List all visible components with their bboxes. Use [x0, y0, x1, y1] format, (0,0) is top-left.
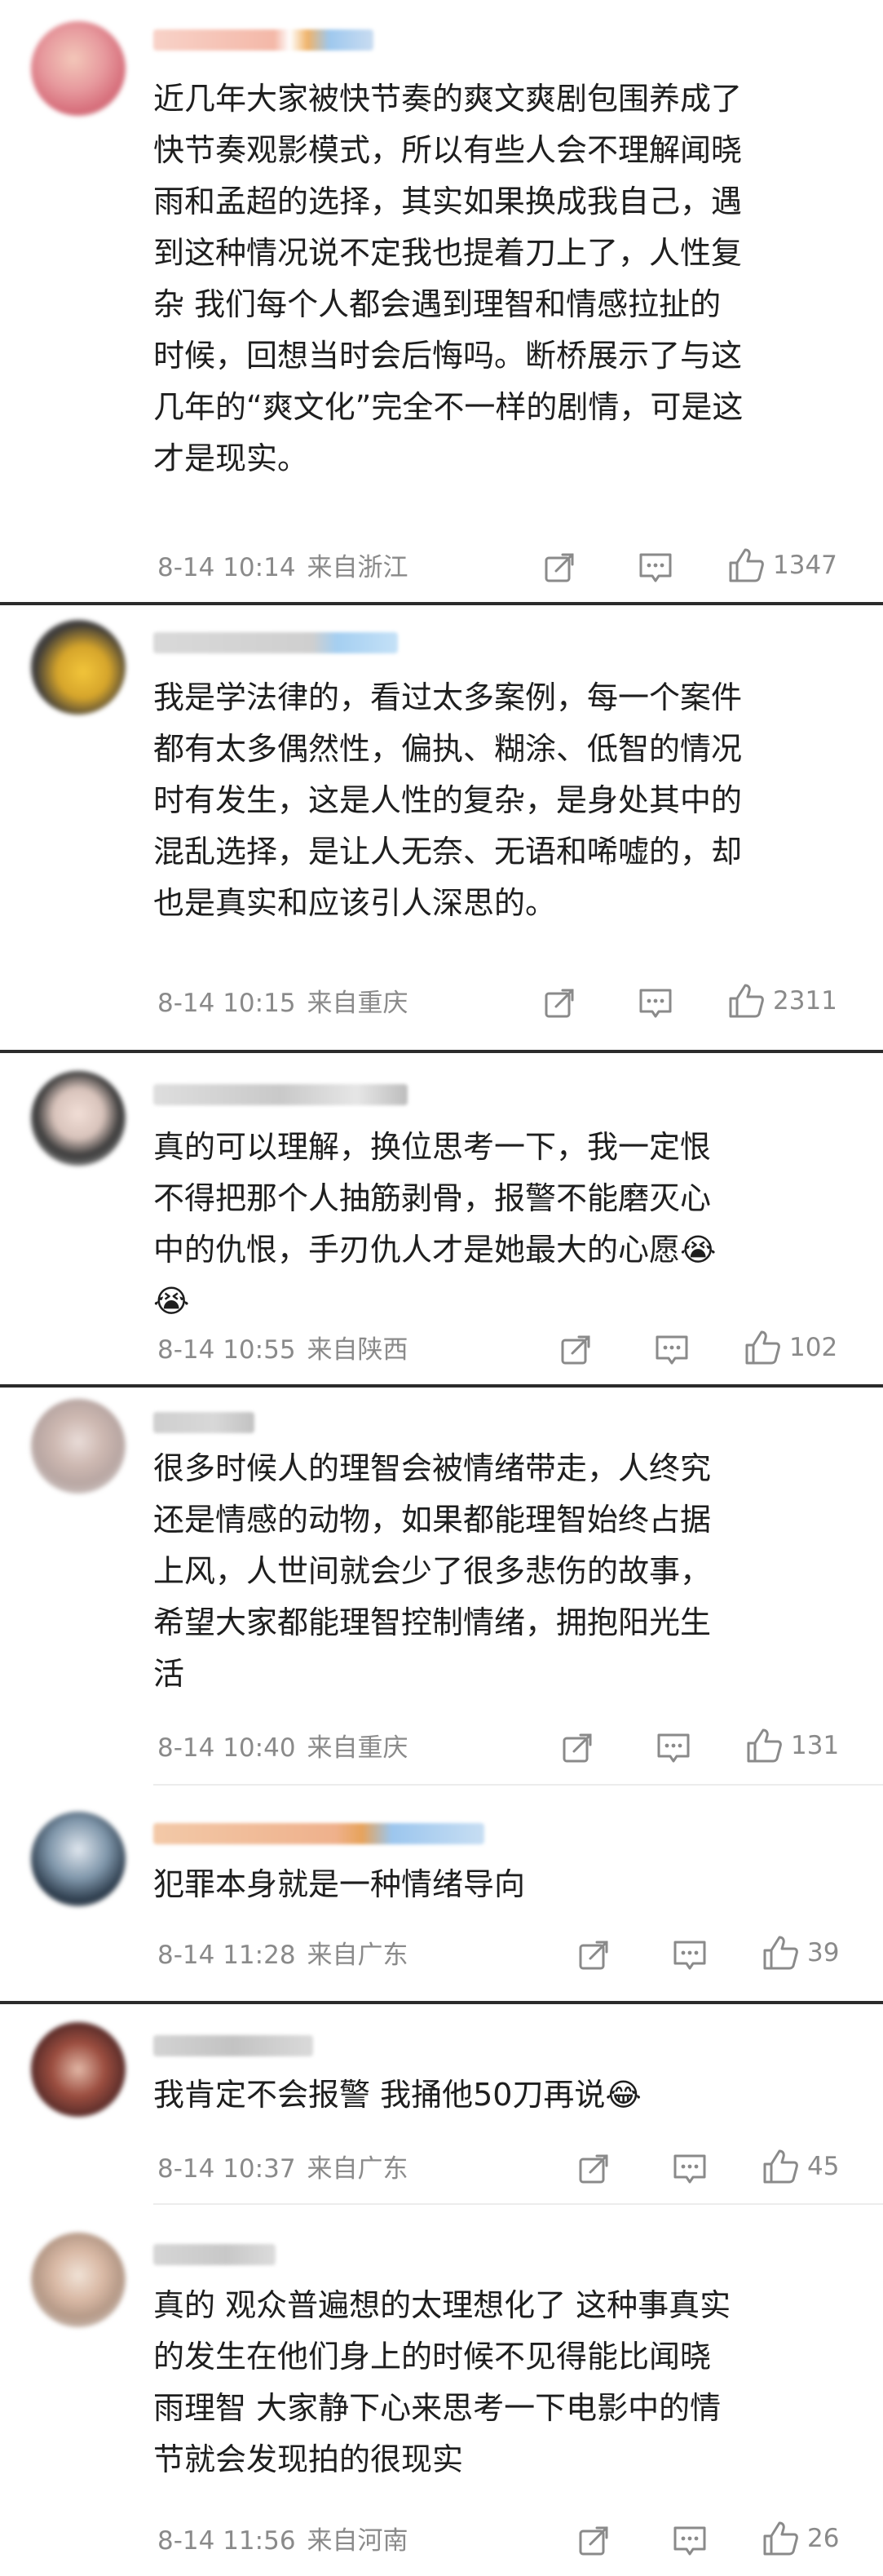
comment-meta: 8-14 10:14 来自浙江: [157, 551, 408, 584]
like-count: 45: [807, 2152, 840, 2181]
comment-location: 来自浙江: [307, 553, 408, 582]
reply-button[interactable]: [638, 549, 673, 586]
comment-text: 我肯定不会报警 我捅他50刀再说😂: [153, 2077, 642, 2113]
share-button[interactable]: [576, 1936, 611, 1974]
reply-text: 真的 观众普遍想的太理想化了 这种事真实 的发生在他们身上的时候不见得能比闻晓 …: [153, 2287, 731, 2477]
reply-button[interactable]: [672, 2150, 708, 2188]
like-button[interactable]: 45: [762, 2148, 839, 2185]
like-button[interactable]: 39: [762, 1934, 839, 1972]
comment-time: 8-14 10:14: [157, 553, 296, 582]
share-button[interactable]: [576, 2522, 611, 2560]
share-button[interactable]: [558, 1331, 594, 1369]
like-count: 26: [807, 2524, 840, 2553]
comment-card: 很多时候人的理智会被情绪带走，人终究 还是情感的动物，如果都能理智始终占据 上风…: [0, 1388, 883, 2001]
comment-location: 来自重庆: [307, 1733, 408, 1763]
share-button[interactable]: [559, 1729, 595, 1767]
reply-button[interactable]: [654, 1331, 690, 1369]
comment-card: 真的可以理解，换位思考一下，我一定恨 不得把那个人抽筋剥骨，报警不能磨灭心 中的…: [0, 1053, 883, 1384]
comment-icon: [657, 1733, 690, 1763]
username-blurred[interactable]: [153, 2035, 313, 2056]
avatar[interactable]: [31, 1399, 126, 1494]
share-icon: [579, 2154, 608, 2184]
share-icon: [579, 1941, 608, 1970]
share-icon: [563, 1733, 592, 1763]
reply-button[interactable]: [672, 1936, 708, 1974]
comment-meta: 8-14 10:15 来自重庆: [157, 987, 408, 1020]
comment-card: 我是学法律的，看过太多案例，每一个案件 都有太多偶然性，偏执、糊涂、低智的情况 …: [0, 605, 883, 1050]
share-button[interactable]: [541, 985, 577, 1022]
share-icon: [561, 1335, 590, 1365]
comment-time: 8-14 10:37: [157, 2154, 296, 2184]
comment-card: 近几年大家被快节奏的爽文爽剧包围养成了 快节奏观影模式，所以有些人会不理解闻晓 …: [0, 0, 883, 602]
reply-button[interactable]: [656, 1729, 691, 1767]
username-blurred[interactable]: [153, 1084, 408, 1105]
comment-location: 来自河南: [307, 2526, 408, 2556]
avatar[interactable]: [31, 2022, 126, 2117]
like-button[interactable]: 131: [745, 1727, 839, 1764]
like-count: 39: [807, 1938, 840, 1967]
like-button[interactable]: 1347: [727, 547, 837, 584]
thumbs-up-icon: [763, 2149, 798, 2184]
share-icon: [545, 553, 574, 582]
comment-meta: 8-14 10:37 来自广东: [157, 2153, 408, 2185]
comment-icon: [673, 2154, 706, 2184]
comment-meta: 8-14 11:56 来自河南: [157, 2525, 408, 2557]
comment-icon: [639, 553, 672, 582]
avatar[interactable]: [31, 620, 126, 715]
comment-icon: [673, 1941, 706, 1970]
username-blurred[interactable]: [153, 2244, 276, 2265]
avatar[interactable]: [31, 1071, 126, 1166]
comment-time: 8-14 10:40: [157, 1733, 296, 1763]
username-blurred[interactable]: [153, 1412, 254, 1433]
like-count: 1347: [773, 551, 837, 580]
like-button[interactable]: 102: [744, 1329, 837, 1366]
comment-text: 真的可以理解，换位思考一下，我一定恨 不得把那个人抽筋剥骨，报警不能磨灭心 中的…: [153, 1129, 717, 1319]
thumbs-up-icon: [763, 1936, 798, 1970]
reply-text: 犯罪本身就是一种情绪导向: [153, 1866, 526, 1902]
thumbs-up-icon: [729, 984, 764, 1018]
username-blurred[interactable]: [153, 29, 373, 51]
comment-meta: 8-14 10:40 来自重庆: [157, 1732, 408, 1764]
comment-meta: 8-14 10:55 来自陕西: [157, 1334, 408, 1366]
username-blurred[interactable]: [153, 1823, 484, 1844]
comment-text: 我是学法律的，看过太多案例，每一个案件 都有太多偶然性，偏执、糊涂、低智的情况 …: [153, 679, 743, 921]
like-button[interactable]: 2311: [727, 982, 837, 1020]
comment-text: 很多时候人的理智会被情绪带走，人终究 还是情感的动物，如果都能理智始终占据 上风…: [153, 1450, 712, 1692]
username-blurred[interactable]: [153, 632, 398, 653]
like-button[interactable]: 26: [762, 2520, 839, 2557]
like-count: 102: [789, 1333, 838, 1362]
thumbs-up-icon: [745, 1330, 780, 1365]
comment-time: 8-14 11:28: [157, 1941, 296, 1970]
reply-button[interactable]: [672, 2522, 708, 2560]
comment-meta: 8-14 11:28 来自广东: [157, 1939, 408, 1972]
avatar[interactable]: [31, 1812, 126, 1906]
share-icon: [579, 2526, 608, 2556]
thumbs-up-icon: [729, 548, 764, 582]
comment-icon: [656, 1335, 688, 1365]
share-button[interactable]: [541, 549, 577, 586]
avatar[interactable]: [31, 21, 126, 116]
thumbs-up-icon: [763, 2521, 798, 2556]
reply-divider: [153, 2203, 883, 2205]
thumbs-up-icon: [747, 1728, 782, 1763]
comment-location: 来自重庆: [307, 989, 408, 1018]
share-button[interactable]: [576, 2150, 611, 2188]
comment-time: 8-14 11:56: [157, 2526, 296, 2556]
avatar[interactable]: [31, 2233, 126, 2327]
share-icon: [545, 989, 574, 1018]
reply-button[interactable]: [638, 985, 673, 1022]
comment-card: 我肯定不会报警 我捅他50刀再说😂 8-14 10:37 来自广东 45 真的 观…: [0, 2004, 883, 2576]
reply-divider: [153, 1784, 883, 1786]
like-count: 2311: [773, 986, 837, 1016]
comment-time: 8-14 10:15: [157, 989, 296, 1018]
comment-location: 来自陕西: [307, 1335, 408, 1365]
comment-icon: [673, 2526, 706, 2556]
comment-time: 8-14 10:55: [157, 1335, 296, 1365]
comment-text: 近几年大家被快节奏的爽文爽剧包围养成了 快节奏观影模式，所以有些人会不理解闻晓 …: [153, 81, 744, 476]
comment-location: 来自广东: [307, 2154, 408, 2184]
like-count: 131: [791, 1731, 840, 1760]
comment-location: 来自广东: [307, 1941, 408, 1970]
comment-icon: [639, 989, 672, 1018]
